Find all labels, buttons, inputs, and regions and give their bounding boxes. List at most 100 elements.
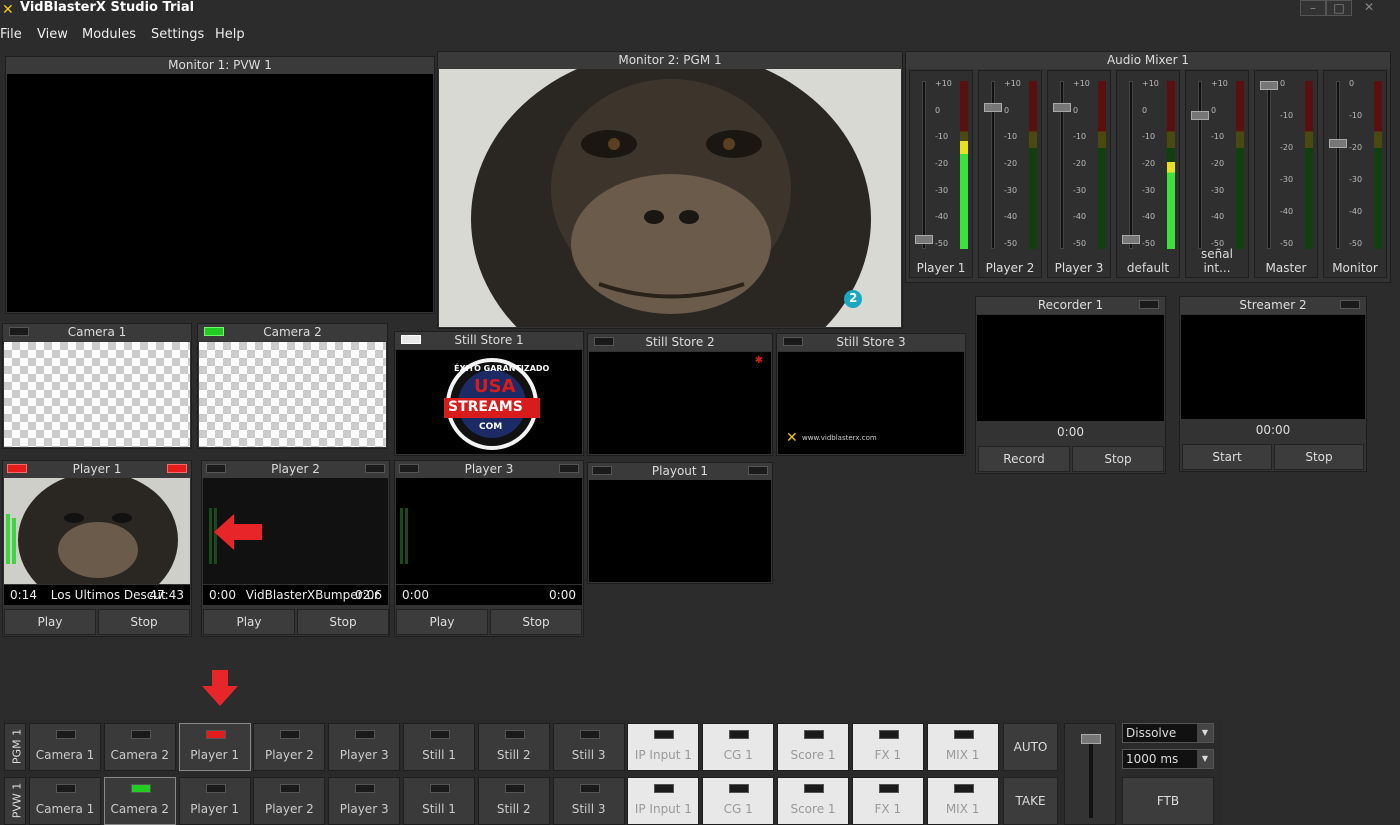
menu-settings[interactable]: Settings — [151, 24, 204, 46]
monitor-pgm: Monitor 2: PGM 1 2 — [437, 51, 903, 329]
menu-view[interactable]: View — [37, 24, 68, 46]
pvw-source-button[interactable]: FX 1 — [851, 777, 924, 825]
playout-title: Playout 1 — [588, 463, 772, 480]
source-tally-led — [804, 730, 824, 739]
pgm-source-button[interactable]: Score 1 — [777, 723, 849, 771]
pgm-source-button[interactable]: Player 2 — [253, 723, 326, 771]
minimize-icon[interactable]: – — [1300, 0, 1326, 16]
pvw-source-button[interactable]: Player 2 — [253, 777, 326, 825]
pvw-source-button[interactable]: Camera 1 — [29, 777, 101, 825]
pvw-source-button[interactable]: Camera 2 — [103, 777, 176, 825]
player-3-screen[interactable] — [396, 478, 582, 584]
mixer-scale-label: -20 — [1004, 159, 1018, 168]
still-store-3-screen[interactable]: ✕ www.vidblasterx.com — [778, 352, 964, 454]
maximize-icon[interactable]: □ — [1326, 0, 1352, 16]
mixer-scale-label: -10 — [1280, 111, 1294, 120]
player-2-tally-left — [206, 464, 226, 473]
mixer-scale-label: -20 — [1211, 159, 1225, 168]
still-store-3-tally — [783, 337, 803, 346]
recorder-stop-button[interactable]: Stop — [1072, 446, 1164, 472]
pgm-source-button[interactable]: Player 1 — [178, 723, 251, 771]
streamer-start-button[interactable]: Start — [1182, 444, 1272, 470]
mixer-channel-name: Player 2 — [985, 261, 1035, 275]
player-1-stop-button[interactable]: Stop — [98, 609, 190, 635]
mixer-fader-knob[interactable] — [1260, 81, 1278, 90]
t-bar-track — [1089, 734, 1093, 818]
record-button[interactable]: Record — [978, 446, 1070, 472]
monitor-pvw-screen[interactable] — [7, 74, 433, 312]
menu-modules[interactable]: Modules — [82, 24, 136, 46]
pvw-source-button[interactable]: CG 1 — [702, 777, 775, 825]
monitor-pgm-screen[interactable]: 2 — [439, 69, 901, 327]
pvw-source-button[interactable]: Still 3 — [552, 777, 625, 825]
source-label: MIX 1 — [945, 748, 980, 762]
source-tally-led — [355, 784, 376, 793]
mixer-scale-label: 0 — [935, 105, 941, 115]
player-1-screen[interactable] — [4, 478, 190, 584]
player-2-info: 0:00 VidBlasterXBumper2.r 0:06 — [203, 585, 388, 605]
mixer-fader-knob[interactable] — [915, 234, 933, 244]
take-button[interactable]: TAKE — [1003, 777, 1058, 825]
pgm-source-button[interactable]: Still 1 — [403, 723, 475, 771]
menu-help[interactable]: Help — [215, 24, 245, 46]
pgm-source-button[interactable]: Camera 2 — [103, 723, 176, 771]
camera-2-screen[interactable] — [199, 342, 386, 447]
pgm-source-button[interactable]: IP Input 1 — [627, 723, 700, 771]
auto-button[interactable]: AUTO — [1003, 723, 1058, 771]
source-tally-led — [430, 784, 450, 793]
mixer-fader-knob[interactable] — [1191, 111, 1209, 121]
t-bar-handle[interactable] — [1081, 734, 1101, 744]
pvw-source-button[interactable]: Still 2 — [477, 777, 550, 825]
mixer-fader-track — [1198, 81, 1202, 249]
player-2-stop-button[interactable]: Stop — [297, 609, 389, 635]
camera-1-screen[interactable] — [4, 342, 190, 447]
pgm-source-button[interactable]: FX 1 — [851, 723, 924, 771]
mixer-scale-label: -10 — [1073, 132, 1087, 142]
duration-select[interactable]: 1000 ms ▼ — [1122, 749, 1214, 769]
pvw-source-button[interactable]: Still 1 — [403, 777, 475, 825]
source-label: Camera 1 — [35, 802, 95, 816]
pgm-source-button[interactable]: Still 3 — [552, 723, 625, 771]
still-store-1-screen[interactable]: ÉXITO GARANTIZADO USA STREAMS COM — [396, 350, 582, 454]
mixer-scale-label: -30 — [1142, 185, 1156, 195]
menu-file[interactable]: File — [0, 24, 22, 46]
player-1-play-button[interactable]: Play — [4, 609, 96, 635]
pvw-source-button[interactable]: IP Input 1 — [627, 777, 700, 825]
close-icon[interactable]: ✕ — [1356, 0, 1382, 16]
source-tally-led — [355, 730, 376, 739]
ftb-button[interactable]: FTB — [1122, 777, 1214, 825]
chevron-down-icon[interactable]: ▼ — [1197, 750, 1213, 768]
pvw-source-button[interactable]: MIX 1 — [926, 777, 999, 825]
mixer-fader-knob[interactable] — [1122, 234, 1140, 244]
transition-select[interactable]: Dissolve ▼ — [1122, 723, 1214, 743]
small-logo-icon: ✱ — [754, 355, 763, 366]
pgm-source-button[interactable]: Player 3 — [328, 723, 401, 771]
source-tally-led — [654, 784, 675, 793]
streamer-stop-button[interactable]: Stop — [1274, 444, 1364, 470]
mixer-level-meter — [960, 81, 968, 249]
pgm-source-button[interactable]: Still 2 — [477, 723, 550, 771]
chevron-down-icon[interactable]: ▼ — [1197, 724, 1213, 742]
source-label: IP Input 1 — [634, 802, 692, 816]
player-2-play-button[interactable]: Play — [203, 609, 295, 635]
player-3-stop-button[interactable]: Stop — [490, 609, 582, 635]
mixer-channel-name: default — [1126, 261, 1170, 275]
pgm-source-button[interactable]: CG 1 — [702, 723, 775, 771]
mixer-scale-label: -20 — [935, 159, 949, 168]
playout-screen[interactable] — [589, 480, 771, 582]
still-store-2-screen[interactable]: ✱ — [589, 352, 771, 454]
pgm-source-button[interactable]: MIX 1 — [926, 723, 999, 771]
pvw-source-button[interactable]: Player 3 — [328, 777, 401, 825]
pgm-source-button[interactable]: Camera 1 — [29, 723, 101, 771]
pvw-source-button[interactable]: Player 1 — [178, 777, 251, 825]
t-bar[interactable] — [1064, 723, 1116, 825]
player-3-play-button[interactable]: Play — [396, 609, 488, 635]
pvw-source-button[interactable]: Score 1 — [777, 777, 849, 825]
recorder-screen — [977, 315, 1164, 421]
mixer-fader-knob[interactable] — [1329, 138, 1347, 148]
mixer-fader-knob[interactable] — [1053, 103, 1071, 113]
source-tally-led — [729, 730, 750, 739]
source-tally-led — [729, 784, 750, 793]
mixer-fader-knob[interactable] — [984, 103, 1002, 113]
pgm-row-label: PGM 1 — [4, 723, 26, 771]
